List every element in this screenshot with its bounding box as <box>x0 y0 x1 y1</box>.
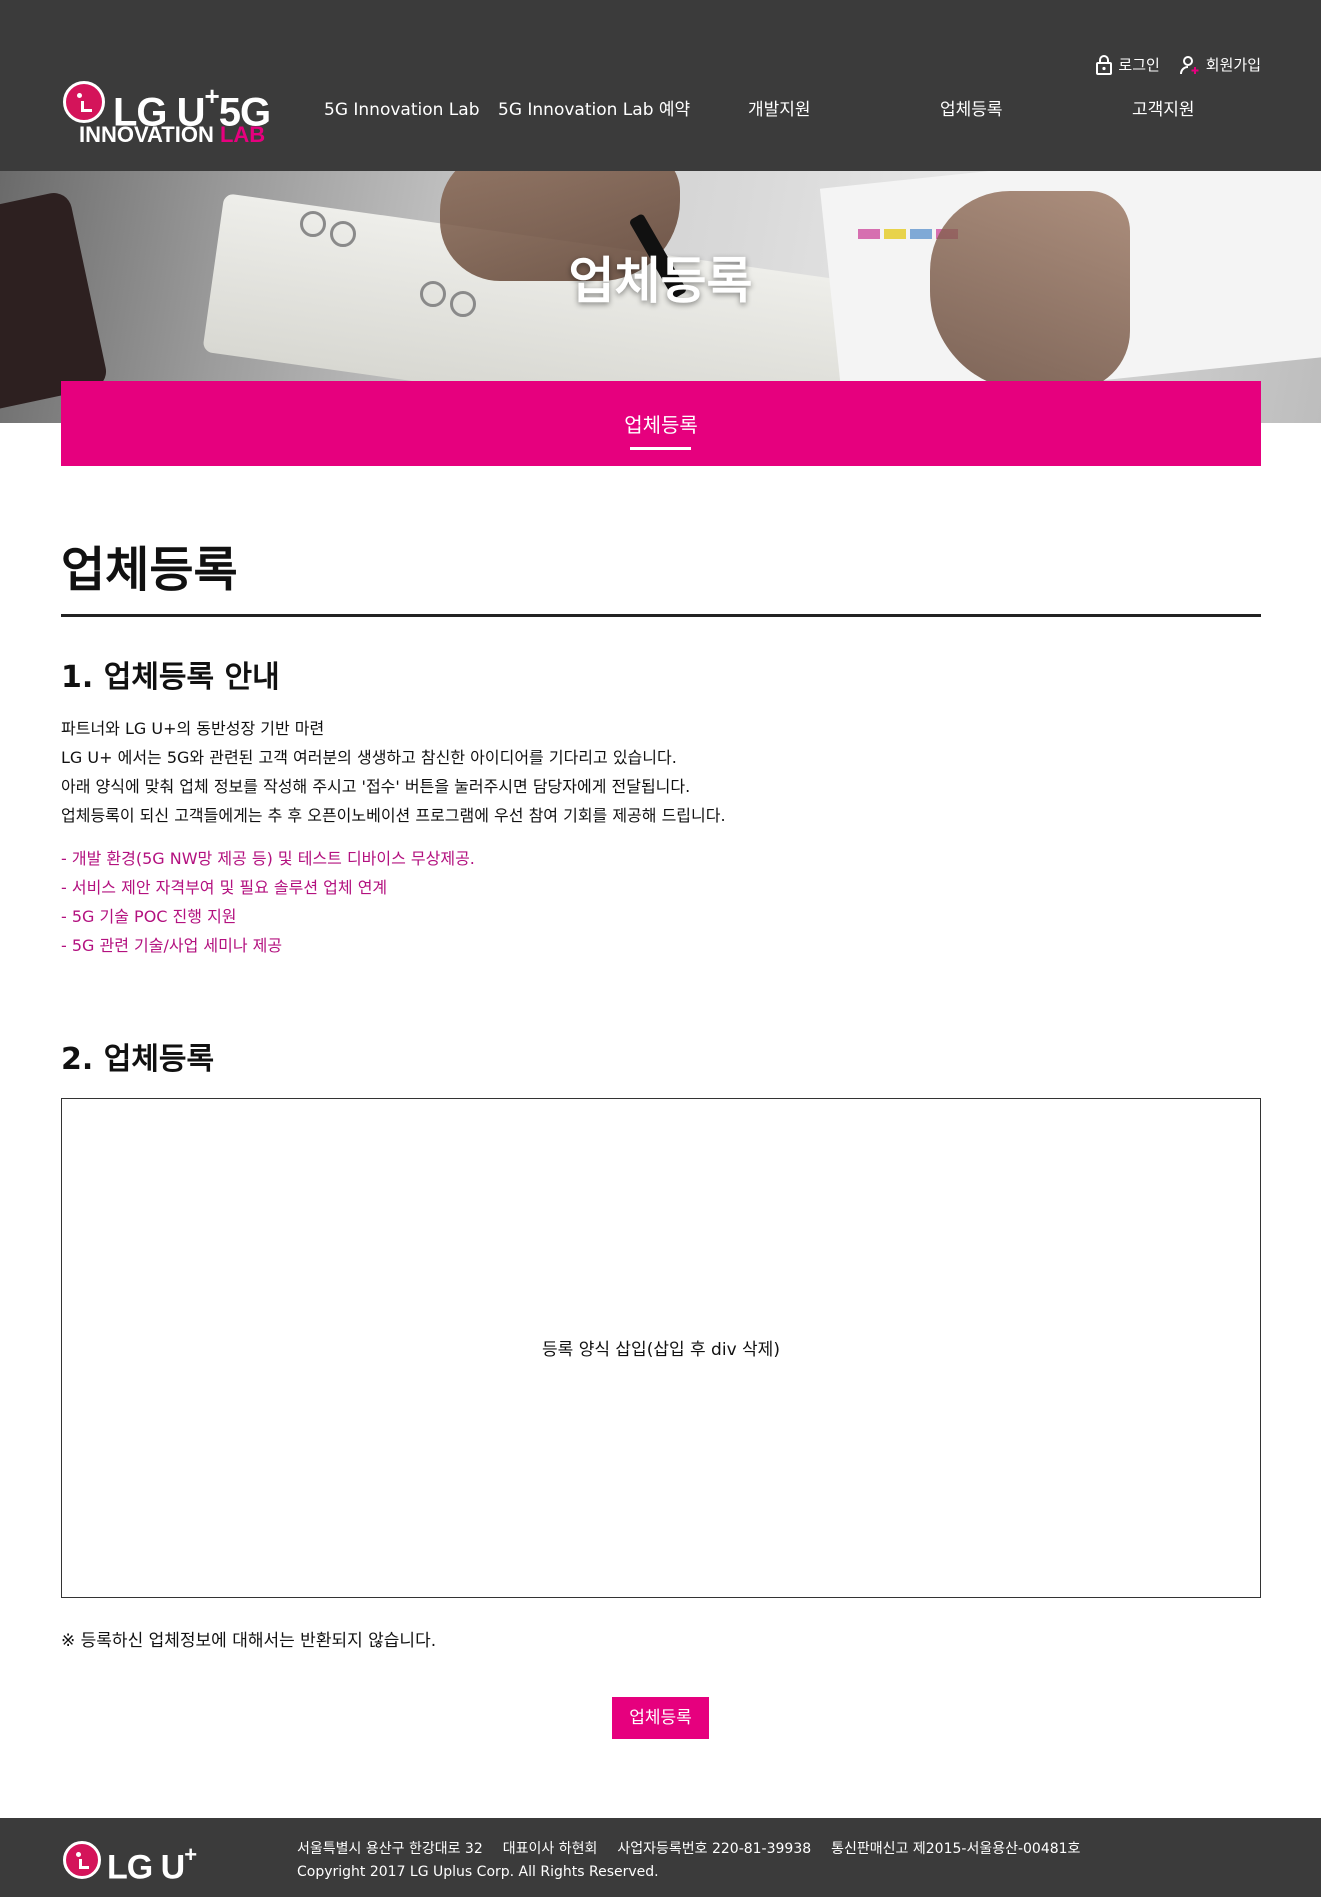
active-tab-indicator <box>630 447 691 450</box>
site-footer: LG U+ 서울특별시 용산구 한강대로 32 대표이사 하현회 사업자등록번호 2… <box>0 1818 1321 1897</box>
form-placeholder-text: 등록 양식 삽입(삽입 후 div 삭제) <box>542 1340 780 1360</box>
sub-tab-bar: 업체등록 <box>61 381 1261 466</box>
benefits-list: - 개발 환경(5G NW망 제공 등) 및 테스트 디바이스 무상제공. - … <box>61 844 475 960</box>
footer-ceo: 대표이사 하현회 <box>502 1841 598 1857</box>
login-link[interactable]: 로그인 <box>1096 54 1160 75</box>
nav-item-innovation-lab[interactable]: 5G Innovation Lab <box>324 99 479 121</box>
list-item: - 서비스 제안 자격부여 및 필요 솔루션 업체 연계 <box>61 878 388 897</box>
footer-mail-order: 통신판매신고 제2015-서울용산-00481호 <box>831 1841 1081 1857</box>
register-button[interactable]: 업체등록 <box>612 1697 709 1739</box>
footer-info: 서울특별시 용산구 한강대로 32 대표이사 하현회 사업자등록번호 220-81-… <box>297 1838 1100 1884</box>
signup-link[interactable]: 회원가입 <box>1179 54 1261 75</box>
list-item: - 5G 기술 POC 진행 지원 <box>61 907 237 926</box>
intro-line: 업체등록이 되신 고객들에게는 추 후 오픈이노베이션 프로그램에 우선 참여 … <box>61 806 726 825</box>
lock-icon <box>1096 54 1113 75</box>
lg-logo-icon <box>63 81 105 123</box>
nav-item-lab-reservation[interactable]: 5G Innovation Lab 예약 <box>498 99 690 121</box>
tab-company-registration[interactable]: 업체등록 <box>61 409 1261 438</box>
intro-line: 파트너와 LG U+의 동반성장 기반 마련 <box>61 719 325 738</box>
footer-logo[interactable]: LG U+ <box>61 1833 221 1886</box>
site-header: LG U+5G INNOVATION LAB 로그인 회원가입 5G Innov… <box>0 0 1321 171</box>
user-plus-icon <box>1179 55 1200 75</box>
list-item: - 개발 환경(5G NW망 제공 등) 및 테스트 디바이스 무상제공. <box>61 849 475 868</box>
site-logo[interactable]: LG U+5G INNOVATION LAB <box>61 78 276 150</box>
intro-line: 아래 양식에 맞춰 업체 정보를 작성해 주시고 '접수' 버튼을 눌러주시면 … <box>61 777 691 796</box>
nav-item-company-registration[interactable]: 업체등록 <box>940 99 1003 121</box>
list-item: - 5G 관련 기술/사업 세미나 제공 <box>61 936 283 955</box>
banner-title: 업체등록 <box>568 252 753 310</box>
section-title-guide: 1. 업체등록 안내 <box>61 660 280 695</box>
title-divider <box>61 614 1261 617</box>
intro-text: 파트너와 LG U+의 동반성장 기반 마련 LG U+ 에서는 5G와 관련된… <box>61 714 726 830</box>
notebook-ring <box>300 211 326 237</box>
nav-item-customer-support[interactable]: 고객지원 <box>1132 99 1195 121</box>
section-title-registration: 2. 업체등록 <box>61 1042 215 1077</box>
utility-menu: 로그인 회원가입 <box>1096 54 1261 75</box>
footer-biz-no: 사업자등록번호 220-81-39938 <box>617 1841 812 1857</box>
lg-logo-icon <box>63 1841 101 1879</box>
nav-item-dev-support[interactable]: 개발지원 <box>748 99 811 121</box>
signup-label: 회원가입 <box>1205 56 1261 74</box>
logo-subtitle: INNOVATION LAB <box>79 122 266 147</box>
page-title: 업체등록 <box>61 542 238 598</box>
registration-form-container[interactable]: 등록 양식 삽입(삽입 후 div 삭제) <box>61 1098 1261 1598</box>
footer-copyright: Copyright 2017 LG Uplus Corp. All Rights… <box>297 1864 659 1880</box>
footer-address: 서울특별시 용산구 한강대로 32 <box>297 1841 483 1857</box>
login-label: 로그인 <box>1118 56 1160 74</box>
footer-logo-wordmark: LG U+ <box>107 1842 197 1887</box>
intro-line: LG U+ 에서는 5G와 관련된 고객 여러분의 생생하고 참신한 아이디어를… <box>61 748 677 767</box>
notice-text: ※ 등록하신 업체정보에 대해서는 반환되지 않습니다. <box>61 1631 437 1651</box>
